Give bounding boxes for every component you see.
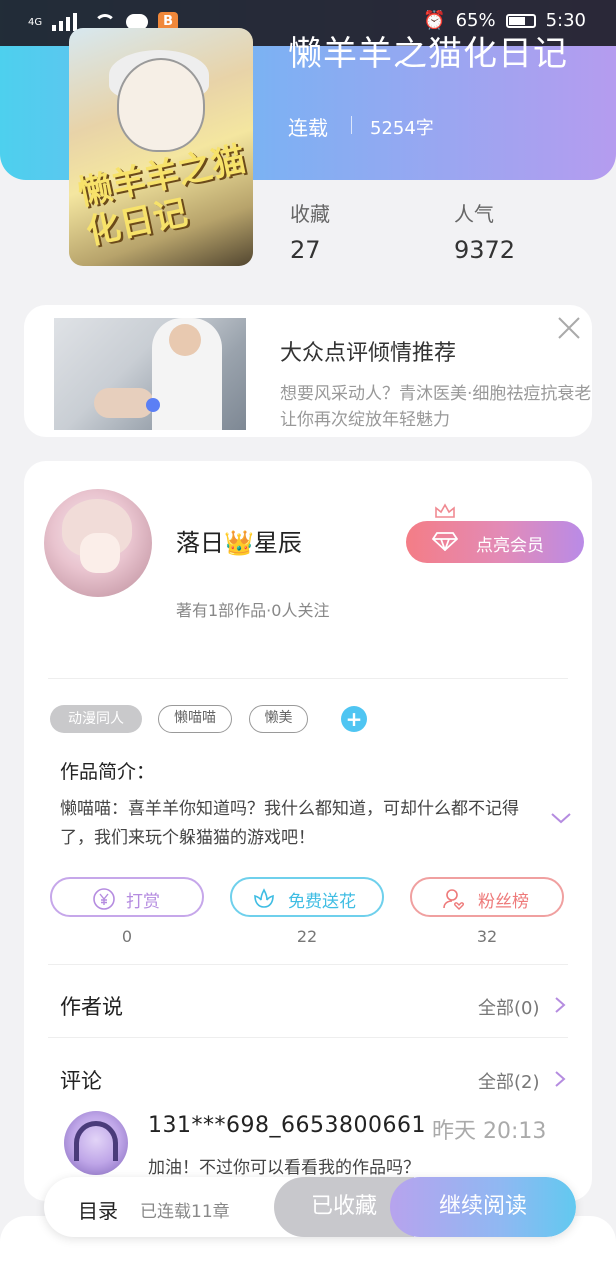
comment-text: 加油！不过你可以看看我的作品吗？: [148, 1158, 420, 1178]
book-title: 懒羊羊之猫化日记: [288, 34, 568, 74]
ad-image: [54, 318, 246, 430]
author-name[interactable]: 落日👑星辰: [176, 523, 302, 558]
flower-count: 22: [296, 927, 318, 946]
chevron-right-icon[interactable]: [554, 1070, 566, 1088]
author-says-all-link[interactable]: 全部(0): [478, 994, 540, 1020]
popularity-value: 9372: [454, 236, 516, 264]
word-count: 5254字: [370, 118, 434, 139]
continue-reading-button[interactable]: 继续阅读: [390, 1177, 576, 1237]
comment-username[interactable]: 131***698_6653800661: [148, 1113, 426, 1138]
ad-image-light: [146, 398, 160, 412]
comments-title: 评论: [60, 1069, 102, 1093]
vip-button[interactable]: 点亮会员: [406, 521, 584, 563]
flower-icon: [254, 888, 274, 908]
send-flower-label: 免费送花: [288, 892, 356, 912]
ad-card[interactable]: 大众点评倾情推荐 想要风采动人？青沐医美·细胞祛痘抗衰老让你再次绽放年轻魅力: [24, 305, 592, 437]
ad-description: 想要风采动人？青沐医美·细胞祛痘抗衰老让你再次绽放年轻魅力: [280, 384, 592, 430]
tip-count: 0: [121, 927, 133, 946]
chevron-right-icon[interactable]: [554, 996, 566, 1014]
popularity-label: 人气: [454, 202, 494, 226]
fans-icon: [443, 889, 464, 910]
fans-count: 32: [476, 927, 498, 946]
intro-text: 懒喵喵：喜羊羊你知道吗？我什么都知道，可却什么都不记得了，我们来玩个躲猫猫的游戏…: [60, 799, 519, 848]
add-tag-button[interactable]: +: [341, 706, 367, 732]
avatar-art-face: [80, 533, 120, 573]
author-avatar[interactable]: [44, 489, 152, 597]
divider: [48, 964, 568, 965]
cover-title-art: 懒羊羊之猫化日记: [74, 139, 250, 253]
author-says-title: 作者说: [60, 995, 123, 1019]
divider: [48, 678, 568, 679]
favorites-value: 27: [290, 236, 321, 264]
commenter-avatar[interactable]: [64, 1111, 128, 1175]
vip-crown-icon: [435, 503, 455, 518]
bottom-action-bar: 目录 已连载11章 已收藏 继续阅读: [44, 1177, 576, 1237]
divider: [48, 1037, 568, 1038]
author-name-part1: 落日: [176, 529, 224, 557]
tip-label: 打赏: [126, 892, 160, 912]
author-name-part2: 星辰: [253, 529, 302, 557]
chevron-down-icon[interactable]: [550, 811, 572, 825]
diamond-icon: [432, 532, 458, 551]
book-cover[interactable]: 懒羊羊之猫化日记: [69, 28, 253, 266]
tag-item[interactable]: 动漫同人: [50, 705, 142, 733]
tag-item[interactable]: 懒喵喵: [158, 705, 232, 733]
author-stats: 著有1部作品·0人关注: [176, 601, 330, 620]
crown-icon: 👑: [224, 529, 254, 557]
ad-title: 大众点评倾情推荐: [280, 341, 457, 366]
chapter-count: 已连载11章: [140, 1202, 230, 1222]
network-label: 4G: [28, 16, 43, 28]
toc-button[interactable]: 目录: [78, 1195, 118, 1224]
yen-icon: [93, 888, 115, 910]
cover-art-face: [117, 58, 205, 152]
fans-ranking-label: 粉丝榜: [478, 892, 529, 912]
comment-time: 昨天 20:13: [432, 1119, 547, 1144]
fans-ranking-button[interactable]: 粉丝榜: [410, 877, 564, 917]
ad-image-patient: [94, 388, 154, 418]
avatar-art-headphone: [74, 1121, 118, 1161]
favorites-label: 收藏: [290, 202, 330, 226]
comments-all-link[interactable]: 全部(2): [478, 1068, 540, 1094]
close-icon[interactable]: [554, 313, 584, 343]
intro-title: 作品简介：: [60, 761, 156, 783]
serial-status: 连载: [288, 116, 328, 140]
ad-image-head: [169, 324, 201, 356]
tag-item[interactable]: 懒美: [249, 705, 308, 733]
vip-button-label: 点亮会员: [476, 536, 544, 556]
tip-button[interactable]: 打赏: [50, 877, 204, 917]
work-detail-card: 落日👑星辰 著有1部作品·0人关注 点亮会员 动漫同人 懒喵喵 懒美 + 作品简…: [24, 461, 592, 1201]
divider: [351, 116, 352, 134]
send-flower-button[interactable]: 免费送花: [230, 877, 384, 917]
